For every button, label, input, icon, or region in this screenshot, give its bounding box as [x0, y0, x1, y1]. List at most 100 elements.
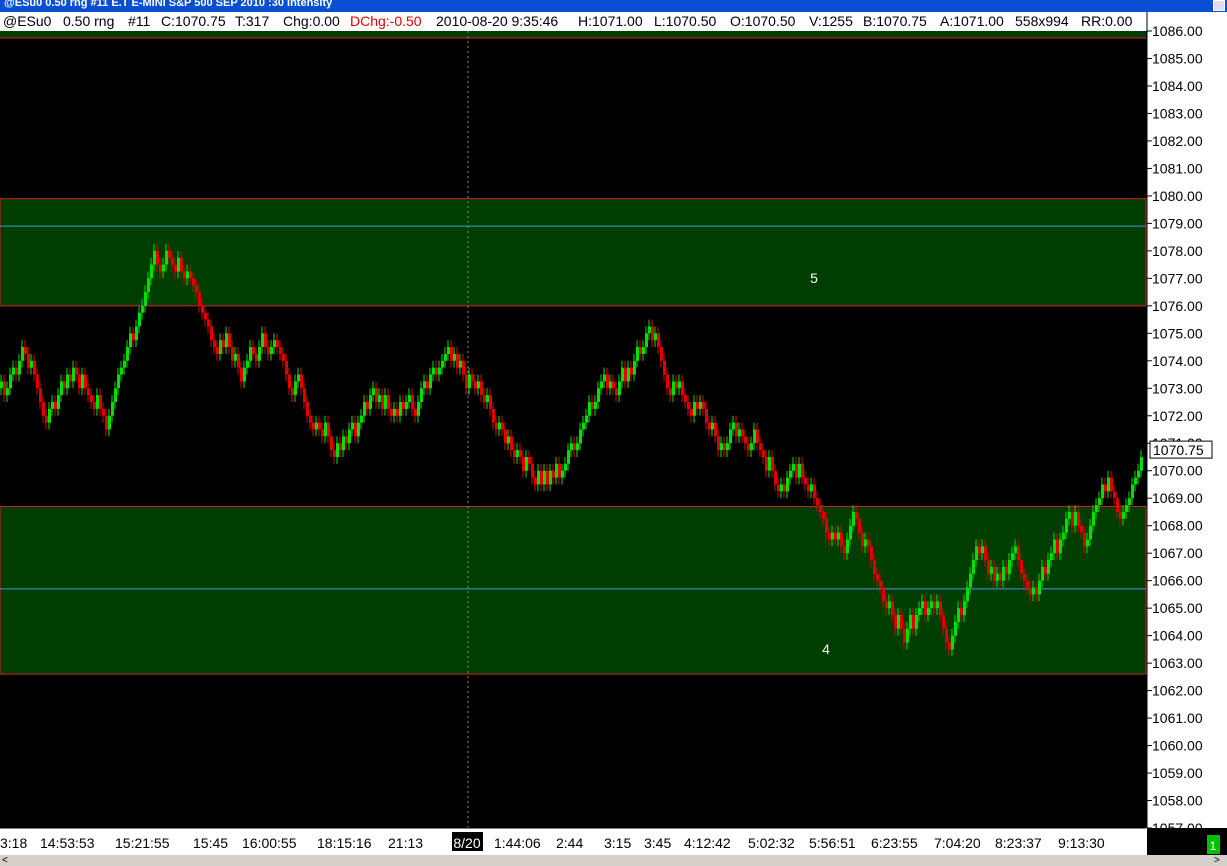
down-candle: [132, 333, 135, 341]
up-candle: [753, 429, 756, 444]
price-tick-label: 1064.00: [1152, 628, 1203, 644]
up-candle: [1014, 546, 1017, 554]
down-candle: [504, 429, 507, 444]
down-candle: [156, 250, 159, 265]
up-candle: [315, 422, 318, 430]
price-tick-label: 1063.00: [1152, 655, 1203, 671]
down-candle: [228, 333, 231, 348]
price-chart[interactable]: 54 1086.001085.001084.001083.001082.0010…: [0, 12, 1227, 855]
up-candle: [654, 333, 657, 341]
down-candle: [327, 422, 330, 437]
up-candle: [273, 340, 276, 348]
up-candle: [936, 601, 939, 609]
up-candle: [798, 463, 801, 478]
up-candle: [543, 470, 546, 485]
price-tick-label: 1073.00: [1152, 380, 1203, 396]
down-candle: [942, 615, 945, 629]
up-candle: [786, 477, 789, 492]
down-candle: [891, 601, 894, 616]
price-tick-label: 1080.00: [1152, 188, 1203, 204]
down-candle: [252, 347, 255, 354]
down-candle: [924, 601, 927, 616]
last-price-label: 1070.75: [1153, 442, 1204, 458]
down-candle: [474, 381, 477, 389]
up-candle: [126, 347, 129, 361]
up-candle: [408, 395, 411, 403]
down-candle: [3, 381, 6, 396]
down-candle: [231, 347, 234, 361]
up-candle: [447, 347, 450, 354]
down-candle: [180, 257, 183, 272]
down-candle: [765, 456, 768, 471]
down-candle: [606, 374, 609, 389]
down-candle: [333, 450, 336, 457]
down-candle: [816, 498, 819, 506]
up-candle: [348, 429, 351, 444]
down-candle: [615, 388, 618, 396]
price-tick-label: 1085.00: [1152, 50, 1203, 66]
up-candle: [1092, 511, 1095, 526]
down-candle: [267, 347, 270, 354]
price-axis[interactable]: 1086.00 1085.00 1084.00 1083.00 1082.00 1081.…: [1146, 12, 1227, 836]
status-indicator-label: 1: [1210, 839, 1217, 853]
up-candle: [567, 450, 570, 464]
down-candle: [717, 436, 720, 451]
down-candle: [63, 381, 66, 389]
up-candle: [582, 422, 585, 430]
down-candle: [723, 443, 726, 451]
horizontal-scrollbar[interactable]: < >: [0, 855, 1227, 866]
down-candle: [546, 470, 549, 485]
up-candle: [438, 367, 441, 375]
up-candle: [420, 388, 423, 403]
up-candle: [372, 388, 375, 396]
up-candle: [324, 422, 327, 437]
down-candle: [174, 264, 177, 272]
up-candle: [393, 408, 396, 416]
down-candle: [282, 353, 285, 361]
down-candle: [489, 395, 492, 409]
down-candle: [414, 408, 417, 416]
up-candle: [72, 367, 75, 382]
up-candle: [648, 326, 651, 334]
price-tick-label: 1058.00: [1152, 793, 1203, 809]
down-candle: [102, 408, 105, 416]
up-candle: [642, 347, 645, 354]
down-candle: [480, 381, 483, 396]
down-candle: [801, 463, 804, 478]
down-candle: [825, 518, 828, 533]
time-tick-label: 15:45: [193, 835, 228, 851]
down-candle: [1080, 525, 1083, 533]
time-axis[interactable]: 3:18 14:53:53 15:21:55 15:45 16:00:55 18:15:1…: [0, 827, 1147, 855]
price-tick-label: 1067.00: [1152, 545, 1203, 561]
up-candle: [555, 463, 558, 478]
time-tick-label: 14:53:53: [40, 835, 95, 851]
up-candle: [576, 443, 579, 451]
down-candle: [288, 374, 291, 389]
zone-box: [0, 505, 1147, 675]
down-candle: [777, 484, 780, 492]
plot-background: [0, 31, 1146, 828]
down-candle: [456, 353, 459, 368]
up-candle: [633, 360, 636, 375]
up-candle: [141, 305, 144, 313]
down-candle: [264, 333, 267, 348]
down-candle: [519, 450, 522, 457]
scroll-right-icon[interactable]: >: [1214, 855, 1220, 866]
top-zone-strip: [0, 31, 1146, 38]
close-icon[interactable]: [1213, 0, 1225, 11]
up-candle: [51, 402, 54, 409]
up-candle: [369, 395, 372, 409]
up-candle: [351, 422, 354, 430]
up-candle: [837, 532, 840, 540]
price-tick-label: 1070.00: [1152, 463, 1203, 479]
down-candle: [870, 546, 873, 561]
down-candle: [885, 601, 888, 609]
up-candle: [972, 560, 975, 574]
up-candle: [360, 415, 363, 423]
scroll-left-icon[interactable]: <: [2, 855, 8, 866]
down-candle: [345, 436, 348, 444]
down-candle: [843, 546, 846, 554]
up-candle: [117, 374, 120, 389]
price-tick-label: 1076.00: [1152, 298, 1203, 314]
down-candle: [1044, 566, 1047, 574]
